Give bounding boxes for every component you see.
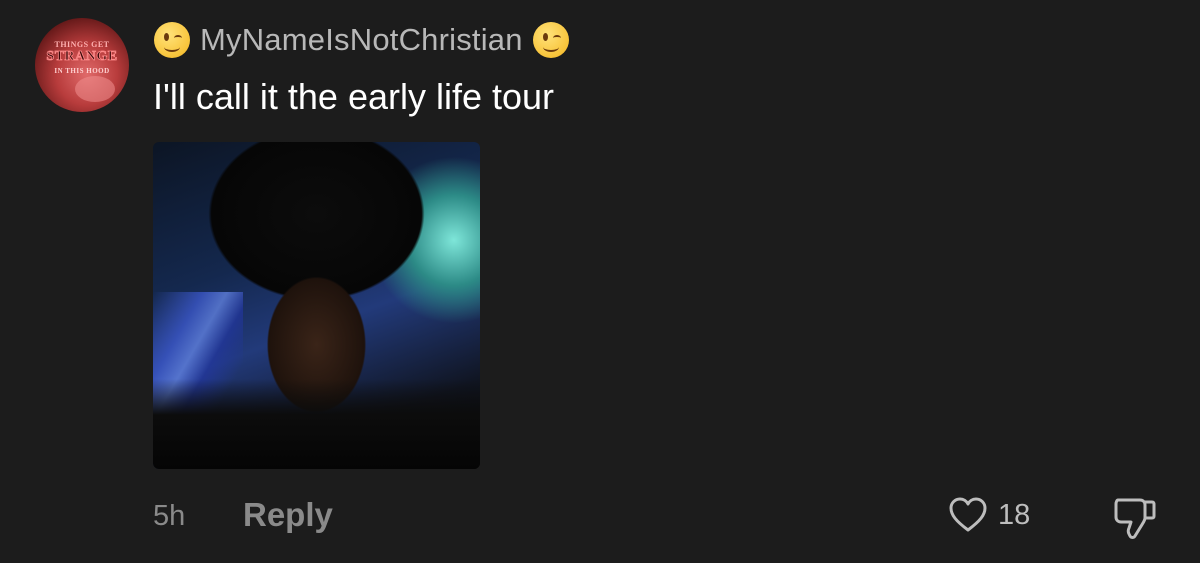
winking-face-emoji-icon — [532, 22, 569, 58]
dislike-button[interactable] — [1112, 496, 1158, 545]
avatar[interactable]: THINGS GET STRANGE IN THIS HOOD — [35, 18, 129, 112]
comment-item: THINGS GET STRANGE IN THIS HOOD MyNameIs… — [0, 0, 1200, 563]
like-button[interactable]: 18 — [948, 496, 1030, 534]
avatar-face — [75, 76, 115, 102]
winking-face-emoji-icon — [154, 22, 190, 58]
comment-text: I'll call it the early life tour — [153, 76, 555, 117]
comment-footer: 5h Reply 18 — [0, 490, 1200, 546]
like-count: 18 — [998, 498, 1031, 531]
avatar-logo-line1: THINGS GET — [54, 40, 110, 49]
thumbs-down-icon — [1114, 498, 1156, 539]
comment-attachment-image[interactable] — [153, 142, 480, 469]
heart-outline-icon — [949, 497, 987, 532]
image-shadow — [153, 379, 480, 469]
avatar-logo-line3: IN THIS HOOD — [54, 67, 110, 75]
avatar-logo-line2: STRANGE — [46, 49, 118, 65]
timestamp: 5h — [153, 500, 186, 532]
username[interactable]: MyNameIsNotChristian — [200, 22, 523, 58]
username-row: MyNameIsNotChristian — [154, 18, 569, 62]
reply-button[interactable]: Reply — [243, 496, 333, 534]
